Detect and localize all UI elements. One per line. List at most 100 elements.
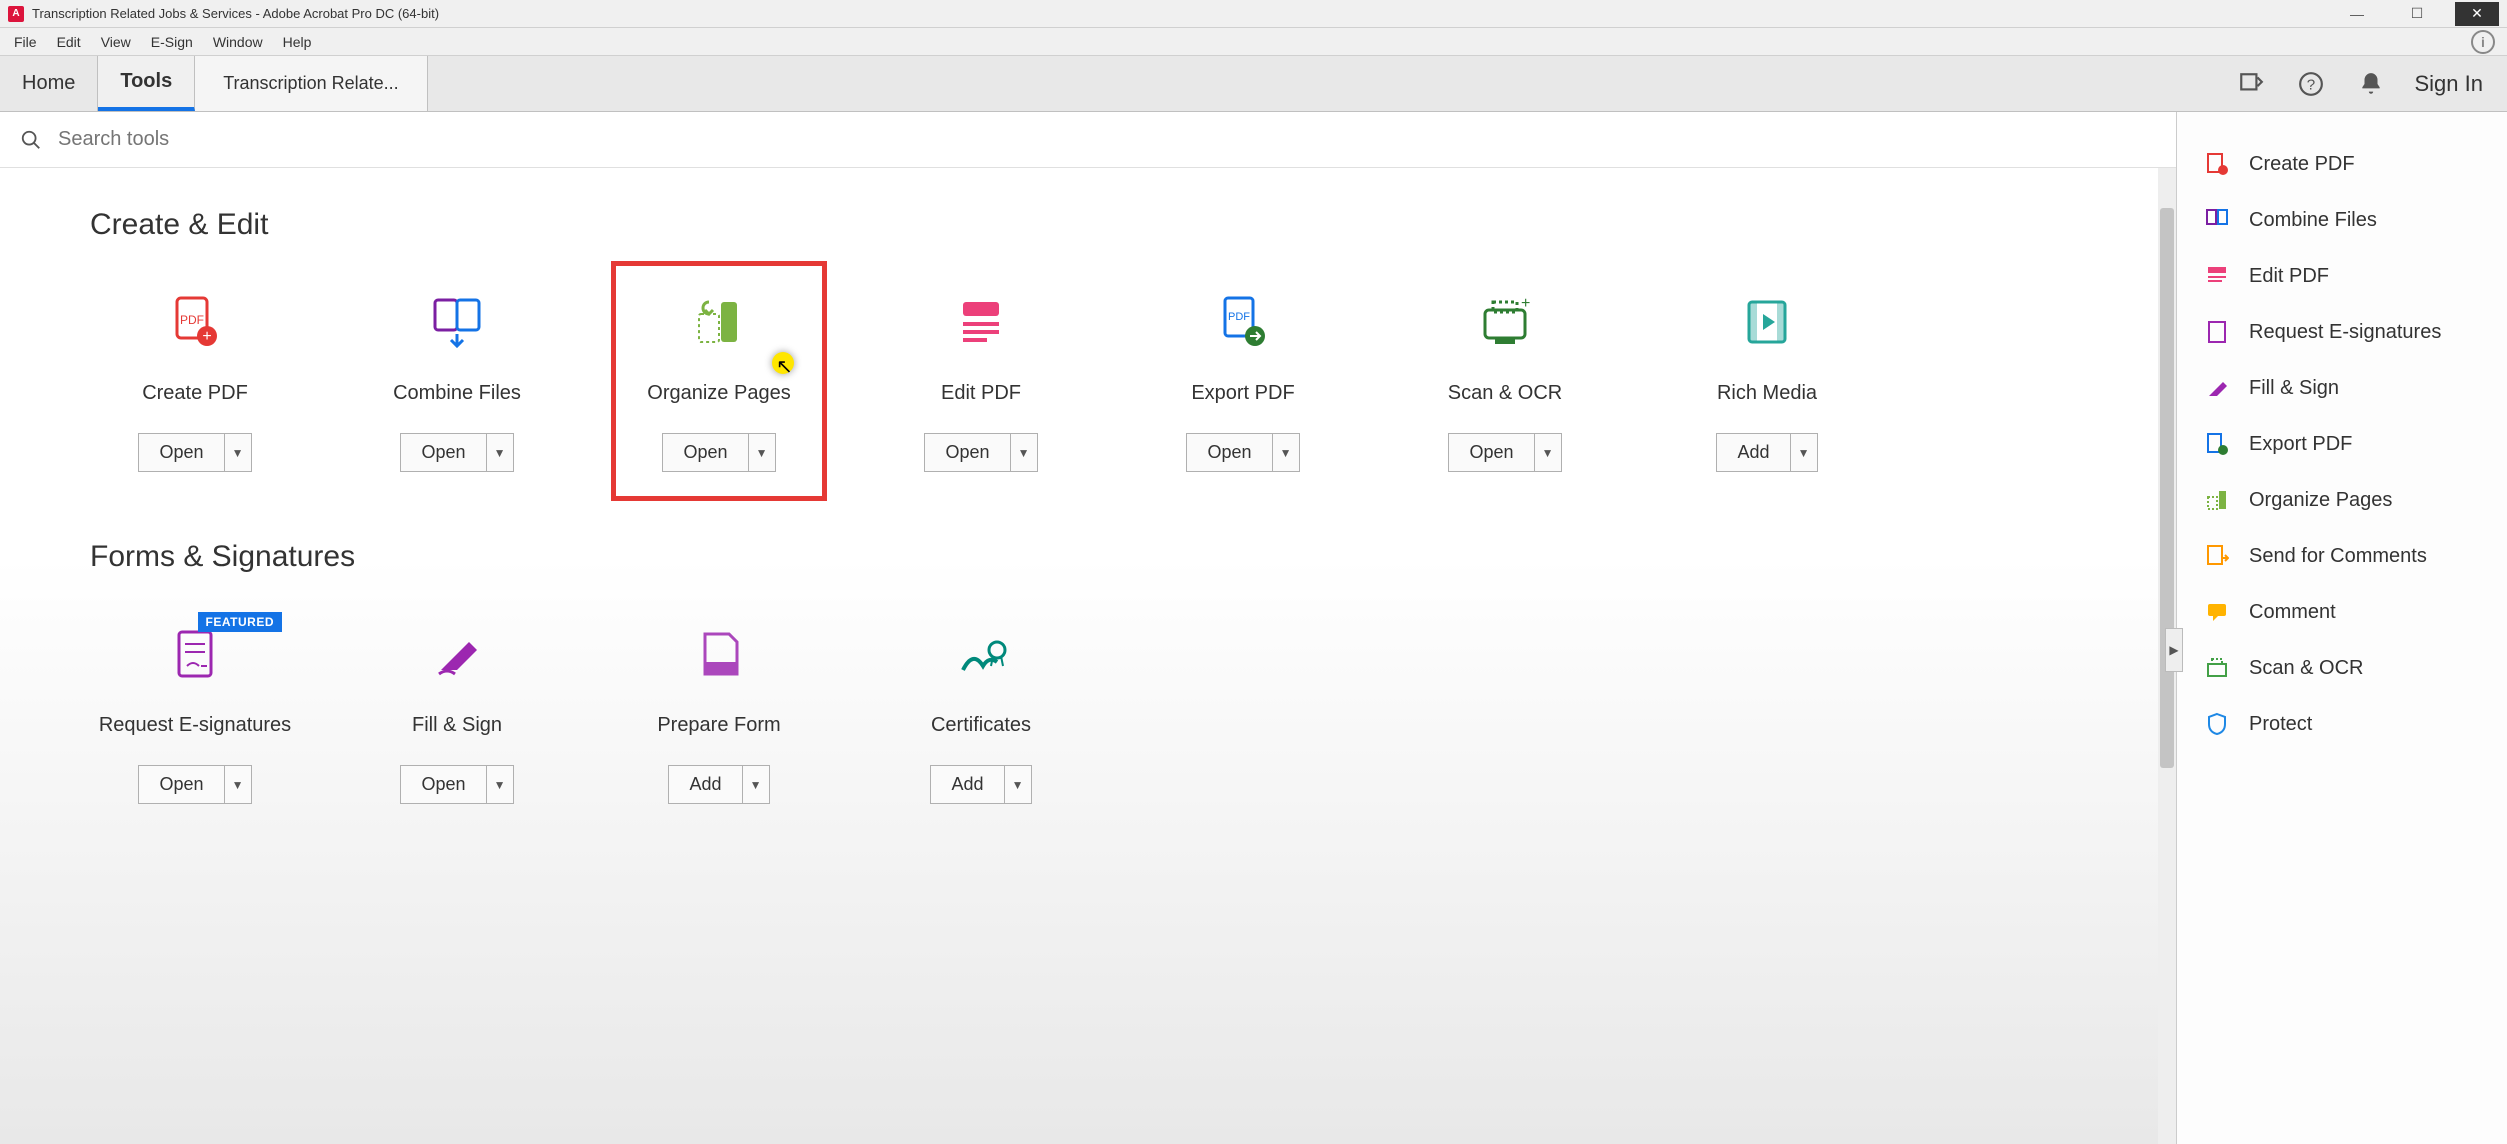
send-comments-icon — [2203, 542, 2231, 570]
close-button[interactable]: ✕ — [2455, 2, 2499, 26]
side-comment[interactable]: Comment — [2195, 584, 2489, 640]
scrollbar-thumb[interactable] — [2160, 208, 2174, 768]
open-dropdown[interactable]: ▼ — [224, 433, 252, 472]
tool-organize-pages: Organize Pages Open ▼ ↖ — [614, 264, 824, 498]
tab-document[interactable]: Transcription Relate... — [195, 56, 427, 111]
open-button[interactable]: Open — [1186, 433, 1271, 472]
sign-in-button[interactable]: Sign In — [2415, 71, 2484, 97]
open-dropdown[interactable]: ▼ — [1272, 433, 1300, 472]
card-label: Create PDF — [142, 382, 248, 405]
organize-pages-icon — [687, 290, 751, 354]
side-label: Comment — [2249, 601, 2336, 624]
tabbar: Home Tools Transcription Relate... ? Sig… — [0, 56, 2507, 112]
search-bar — [0, 112, 2176, 168]
collapse-pane-button[interactable]: ▶ — [2165, 628, 2183, 672]
side-label: Organize Pages — [2249, 489, 2392, 512]
combine-files-icon — [425, 290, 489, 354]
menu-window[interactable]: Window — [203, 30, 273, 54]
info-icon[interactable]: i — [2471, 30, 2495, 54]
card-label: Request E-signatures — [99, 714, 291, 737]
certificates-icon — [949, 622, 1013, 686]
tool-prepare-form: Prepare Form Add ▼ — [614, 622, 824, 804]
section-forms-title: Forms & Signatures — [90, 540, 2086, 574]
side-organize-pages[interactable]: Organize Pages — [2195, 472, 2489, 528]
menu-view[interactable]: View — [91, 30, 141, 54]
edit-pdf-icon — [2203, 262, 2231, 290]
side-send-comments[interactable]: Send for Comments — [2195, 528, 2489, 584]
svg-text:?: ? — [2306, 76, 2314, 93]
forms-row: FEATURED Request E-signatures Open ▼ Fil… — [90, 622, 2086, 804]
share-icon[interactable] — [2235, 68, 2267, 100]
tab-home[interactable]: Home — [0, 56, 98, 111]
open-dropdown[interactable]: ▼ — [486, 765, 514, 804]
combine-files-icon — [2203, 206, 2231, 234]
add-dropdown[interactable]: ▼ — [1004, 765, 1032, 804]
menu-file[interactable]: File — [4, 30, 47, 54]
side-protect[interactable]: Protect — [2195, 696, 2489, 752]
add-button[interactable]: Add — [668, 765, 741, 804]
bell-icon[interactable] — [2355, 68, 2387, 100]
add-dropdown[interactable]: ▼ — [742, 765, 770, 804]
open-button[interactable]: Open — [400, 765, 485, 804]
open-dropdown[interactable]: ▼ — [1534, 433, 1562, 472]
open-button[interactable]: Open — [1448, 433, 1533, 472]
svg-text:PDF: PDF — [1228, 311, 1250, 323]
menu-help[interactable]: Help — [273, 30, 322, 54]
side-label: Combine Files — [2249, 209, 2377, 232]
side-label: Fill & Sign — [2249, 377, 2339, 400]
search-input[interactable] — [58, 128, 2156, 151]
create-pdf-icon — [2203, 150, 2231, 178]
tools-scroll[interactable]: Create & Edit PDF+ Create PDF Open ▼ — [0, 168, 2176, 1144]
open-button[interactable]: Open — [400, 433, 485, 472]
rich-media-icon — [1735, 290, 1799, 354]
menu-esign[interactable]: E-Sign — [141, 30, 203, 54]
create-pdf-icon: PDF+ — [163, 290, 227, 354]
side-label: Send for Comments — [2249, 545, 2427, 568]
add-dropdown[interactable]: ▼ — [1790, 433, 1818, 472]
open-button[interactable]: Open — [138, 433, 223, 472]
side-label: Protect — [2249, 713, 2312, 736]
side-label: Export PDF — [2249, 433, 2352, 456]
tool-request-esignatures: FEATURED Request E-signatures Open ▼ — [90, 622, 300, 804]
add-button[interactable]: Add — [930, 765, 1003, 804]
card-label: Certificates — [931, 714, 1031, 737]
menu-edit[interactable]: Edit — [47, 30, 91, 54]
minimize-button[interactable]: — — [2335, 2, 2379, 26]
open-button[interactable]: Open — [662, 433, 747, 472]
side-create-pdf[interactable]: Create PDF — [2195, 136, 2489, 192]
add-button[interactable]: Add — [1716, 433, 1789, 472]
svg-text:+: + — [202, 328, 211, 345]
tab-tools[interactable]: Tools — [98, 56, 195, 111]
side-label: Scan & OCR — [2249, 657, 2363, 680]
featured-badge: FEATURED — [198, 612, 282, 632]
open-dropdown[interactable]: ▼ — [224, 765, 252, 804]
card-label: Combine Files — [393, 382, 521, 405]
side-label: Request E-signatures — [2249, 321, 2441, 344]
side-fill-sign[interactable]: Fill & Sign — [2195, 360, 2489, 416]
side-label: Create PDF — [2249, 153, 2355, 176]
create-edit-row: PDF+ Create PDF Open ▼ Combine Files Ope… — [90, 290, 2086, 472]
scan-ocr-icon: + — [1473, 290, 1537, 354]
tool-export-pdf: PDF Export PDF Open ▼ — [1138, 290, 1348, 472]
open-dropdown[interactable]: ▼ — [1010, 433, 1038, 472]
tool-scan-ocr: + Scan & OCR Open ▼ — [1400, 290, 1610, 472]
open-dropdown[interactable]: ▼ — [486, 433, 514, 472]
side-combine-files[interactable]: Combine Files — [2195, 192, 2489, 248]
svg-text:+: + — [1521, 295, 1530, 312]
open-dropdown[interactable]: ▼ — [748, 433, 776, 472]
open-button[interactable]: Open — [924, 433, 1009, 472]
titlebar: A Transcription Related Jobs & Services … — [0, 0, 2507, 28]
svg-text:PDF: PDF — [180, 313, 204, 327]
request-esignatures-icon — [2203, 318, 2231, 346]
tool-certificates: Certificates Add ▼ — [876, 622, 1086, 804]
side-scan-ocr[interactable]: Scan & OCR — [2195, 640, 2489, 696]
tool-create-pdf: PDF+ Create PDF Open ▼ — [90, 290, 300, 472]
side-edit-pdf[interactable]: Edit PDF — [2195, 248, 2489, 304]
maximize-button[interactable]: ☐ — [2395, 2, 2439, 26]
right-tools-pane: ▶ Create PDF Combine Files Edit PDF Requ… — [2177, 112, 2507, 1144]
side-export-pdf[interactable]: Export PDF — [2195, 416, 2489, 472]
help-icon[interactable]: ? — [2295, 68, 2327, 100]
open-button[interactable]: Open — [138, 765, 223, 804]
card-label: Scan & OCR — [1448, 382, 1562, 405]
side-request-esignatures[interactable]: Request E-signatures — [2195, 304, 2489, 360]
